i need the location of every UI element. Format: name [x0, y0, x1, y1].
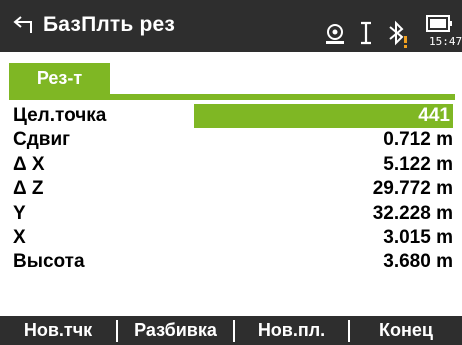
- title-bar: БазПлть рез 15:47: [0, 0, 462, 52]
- row-value: 5.122 m: [383, 153, 453, 175]
- tab-underline: [9, 94, 455, 100]
- softkey-stakeout[interactable]: Разбивка: [118, 316, 233, 345]
- row-label: X: [13, 226, 26, 248]
- row-value: 3.015 m: [383, 226, 453, 248]
- softkey-new-point[interactable]: Нов.тчк: [0, 316, 116, 345]
- row-value: 29.772 m: [372, 178, 453, 200]
- row-height: Высота 3.680 m: [13, 250, 453, 274]
- row-delta-x: Δ X 5.122 m: [13, 153, 453, 177]
- softkey-new-line[interactable]: Нов.пл.: [235, 316, 348, 345]
- row-offset: Сдвиг 0.712 m: [13, 128, 453, 152]
- row-value-input[interactable]: 441: [194, 104, 453, 128]
- row-x: X 3.015 m: [13, 226, 453, 250]
- tab-result[interactable]: Рез-т: [9, 63, 110, 94]
- bluetooth-icon: [387, 18, 409, 53]
- screen-title: БазПлть рез: [43, 13, 176, 36]
- softkey-finish[interactable]: Конец: [350, 316, 462, 345]
- status-icons: 15:47: [315, 8, 462, 50]
- softkey-bar: Нов.тчк Разбивка Нов.пл. Конец: [0, 316, 462, 345]
- row-label: Y: [13, 202, 26, 224]
- row-label: Δ Z: [13, 178, 44, 200]
- row-label: Высота: [13, 251, 85, 273]
- target-prism-icon: [323, 22, 347, 51]
- row-y: Y 32.228 m: [13, 202, 453, 226]
- row-delta-z: Δ Z 29.772 m: [13, 177, 453, 201]
- clock: 15:47: [429, 35, 462, 48]
- row-label: Δ X: [13, 153, 45, 175]
- back-arrow-icon[interactable]: [13, 14, 35, 34]
- row-value: 3.680 m: [383, 251, 453, 273]
- row-value: 0.712 m: [383, 129, 453, 151]
- row-target-point: Цел.точка 441: [13, 104, 453, 128]
- row-label: Сдвиг: [13, 129, 71, 151]
- row-label: Цел.точка: [13, 105, 107, 126]
- results-list: Цел.точка 441 Сдвиг 0.712 m Δ X 5.122 m …: [13, 104, 453, 275]
- row-value: 32.228 m: [372, 202, 453, 224]
- ir-measure-icon: [359, 20, 373, 51]
